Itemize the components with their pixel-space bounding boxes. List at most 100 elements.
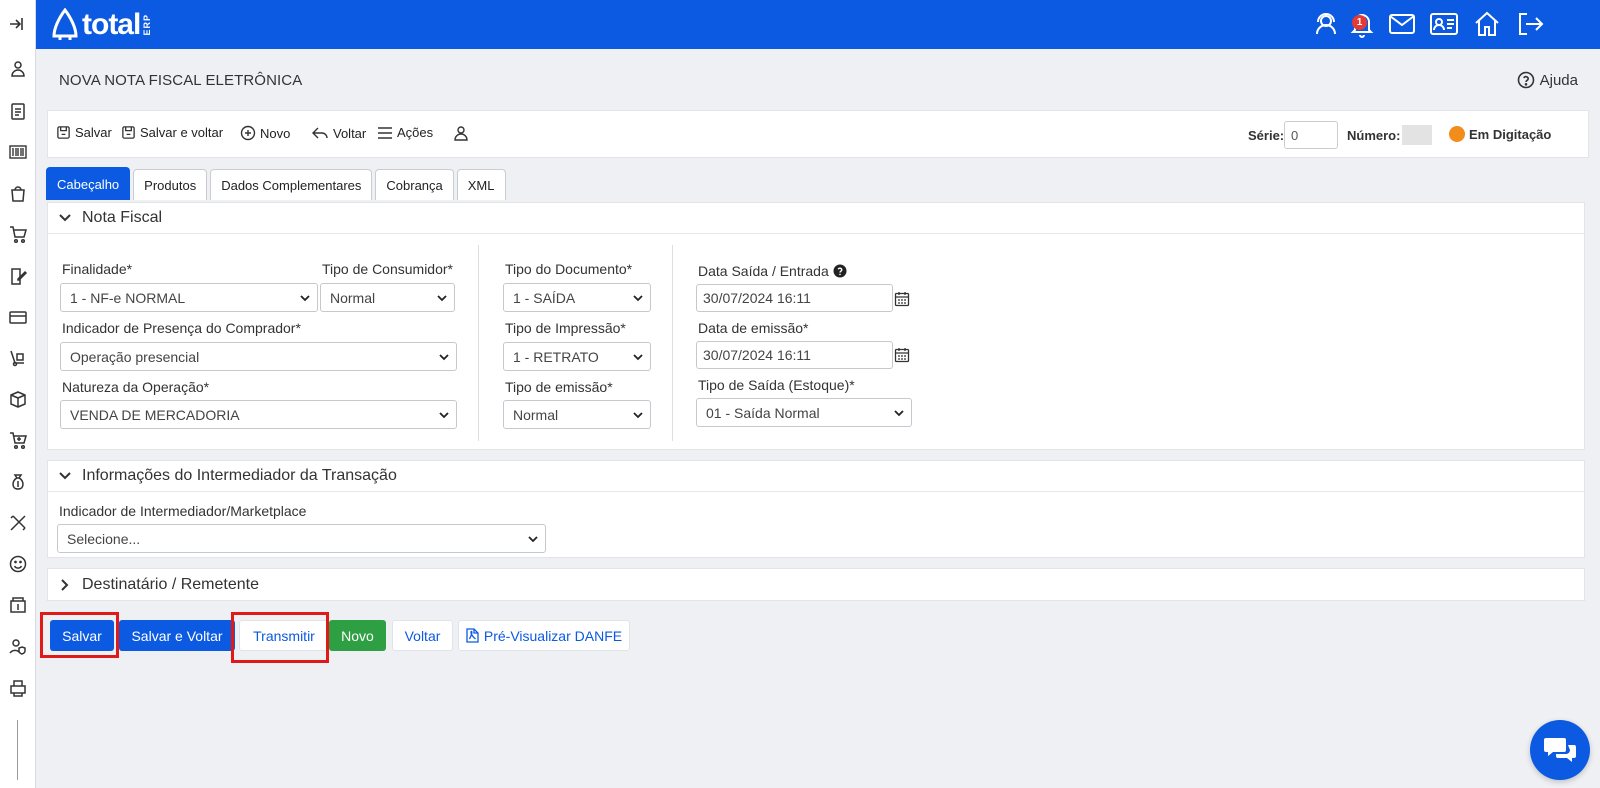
- pin-sidebar-icon[interactable]: [7, 13, 29, 35]
- calendar-icon[interactable]: [894, 347, 910, 363]
- chat-button[interactable]: [1530, 720, 1590, 780]
- finalidade-select[interactable]: 1 - NF-e NORMAL: [60, 283, 318, 312]
- serie-label: Série:: [1248, 128, 1285, 143]
- help-link[interactable]: Ajuda: [1517, 71, 1578, 89]
- preview-danfe-label: Pré-Visualizar DANFE: [483, 627, 623, 644]
- mail-icon[interactable]: [1386, 9, 1418, 39]
- top-bar: total ERP 1: [36, 0, 1600, 49]
- left-sidebar: [0, 0, 36, 788]
- barcode-icon[interactable]: [7, 141, 29, 163]
- logo-text: total: [82, 8, 141, 41]
- indicador-intermediador-label: Indicador de Intermediador/Marketplace: [59, 503, 307, 519]
- tab-xml[interactable]: XML: [456, 169, 506, 200]
- box-icon[interactable]: [7, 388, 29, 410]
- back-button[interactable]: Voltar: [392, 620, 453, 651]
- column-divider: [478, 245, 479, 441]
- tipo-documento-select[interactable]: 1 - SAÍDA: [503, 283, 651, 312]
- highlight-save-button: [40, 612, 119, 658]
- numero-label: Número:: [1347, 128, 1401, 143]
- chevron-down-icon: [633, 412, 643, 419]
- natureza-select[interactable]: VENDA DE MERCADORIA: [60, 400, 457, 429]
- presenca-select[interactable]: Operação presencial: [60, 342, 457, 371]
- contact-card-icon[interactable]: [1428, 9, 1460, 39]
- preview-danfe-button[interactable]: Pré-Visualizar DANFE: [458, 620, 630, 651]
- toolbar-save-button[interactable]: Salvar: [56, 125, 112, 140]
- chevron-down-icon: [437, 295, 447, 302]
- tab-produtos[interactable]: Produtos: [133, 169, 208, 200]
- money-bag-icon[interactable]: [7, 471, 29, 493]
- logo[interactable]: total ERP: [50, 6, 152, 44]
- toolbar-user-button[interactable]: [453, 125, 469, 141]
- help-circle-icon: [1517, 71, 1534, 89]
- tipo-saida-label: Tipo de Saída (Estoque)*: [698, 377, 855, 393]
- chevron-down-icon: [59, 214, 71, 222]
- logo-suffix: ERP: [142, 14, 153, 36]
- toolbar-new-button[interactable]: Novo: [240, 125, 290, 141]
- question-circle-icon[interactable]: [833, 264, 847, 278]
- status-dot: [1449, 126, 1465, 142]
- indicador-intermediador-select[interactable]: Selecione...: [57, 524, 546, 553]
- tipo-emissao-value: Normal: [513, 406, 559, 423]
- tipo-documento-label: Tipo do Documento*: [505, 261, 633, 277]
- tools-icon[interactable]: [7, 512, 29, 534]
- chevron-down-icon: [300, 295, 310, 302]
- printer-icon[interactable]: [7, 677, 29, 699]
- presenca-value: Operação presencial: [70, 348, 200, 365]
- chevron-down-icon: [633, 295, 643, 302]
- logo-mark-icon: [52, 8, 78, 40]
- tab-cobranca[interactable]: Cobrança: [375, 169, 454, 200]
- notifications-bell-icon[interactable]: 1: [1346, 9, 1378, 39]
- home-icon[interactable]: [1471, 9, 1503, 39]
- data-emissao-input[interactable]: 30/07/2024 16:11: [696, 341, 893, 369]
- toolbar-save-back-button[interactable]: Salvar e voltar: [121, 125, 223, 140]
- tipo-saida-select[interactable]: 01 - Saída Normal: [696, 398, 912, 427]
- data-emissao-label: Data de emissão*: [698, 320, 809, 336]
- hand-truck-icon[interactable]: [7, 347, 29, 369]
- user-shield-icon[interactable]: [7, 636, 29, 658]
- nota-fiscal-header[interactable]: Nota Fiscal: [48, 203, 1584, 234]
- plus-circle-icon: [240, 125, 256, 141]
- tipo-emissao-select[interactable]: Normal: [503, 400, 651, 429]
- data-saida-input[interactable]: 30/07/2024 16:11: [696, 284, 893, 312]
- finalidade-value: 1 - NF-e NORMAL: [70, 289, 186, 306]
- shopping-bag-icon[interactable]: [7, 182, 29, 204]
- toolbar-actions-label: Ações: [397, 125, 434, 140]
- notification-count-badge: 1: [1352, 15, 1367, 30]
- edit-document-icon[interactable]: [7, 265, 29, 287]
- cart-icon[interactable]: [7, 429, 29, 451]
- destinatario-header[interactable]: Destinatário / Remetente: [48, 569, 1584, 600]
- tipo-consumidor-label: Tipo de Consumidor*: [322, 261, 453, 277]
- main-content: NOVA NOTA FISCAL ELETRÔNICA Ajuda Salvar…: [36, 49, 1600, 788]
- cash-register-icon[interactable]: [7, 594, 29, 616]
- support-agent-icon[interactable]: [1310, 9, 1342, 39]
- chevron-down-icon: [633, 354, 643, 361]
- toolbar: Salvar Salvar e voltar Novo Voltar Ações…: [47, 110, 1589, 158]
- chevron-down-icon: [528, 536, 538, 543]
- serie-input[interactable]: [1284, 121, 1338, 149]
- toolbar-actions-menu[interactable]: Ações: [377, 125, 433, 140]
- indicador-intermediador-value: Selecione...: [67, 530, 141, 547]
- new-button[interactable]: Novo: [329, 620, 386, 651]
- natureza-label: Natureza da Operação*: [62, 379, 210, 395]
- logout-icon[interactable]: [1514, 9, 1546, 39]
- intermediador-header[interactable]: Informações do Intermediador da Transaçã…: [48, 461, 1584, 492]
- tipo-impressao-select[interactable]: 1 - RETRATO: [503, 342, 651, 371]
- credit-card-icon[interactable]: [7, 306, 29, 328]
- tab-dados-complementares[interactable]: Dados Complementares: [210, 169, 373, 200]
- tipo-documento-value: 1 - SAÍDA: [513, 289, 576, 306]
- chat-bubbles-icon: [1544, 738, 1576, 762]
- tab-cabecalho[interactable]: Cabeçalho: [46, 167, 131, 200]
- status-label: Em Digitação: [1469, 126, 1552, 142]
- calendar-icon[interactable]: [894, 291, 910, 307]
- checklist-icon[interactable]: [7, 100, 29, 122]
- help-label: Ajuda: [1539, 71, 1578, 89]
- smiley-icon[interactable]: [7, 553, 29, 575]
- hamburger-menu-icon: [378, 126, 392, 139]
- people-icon[interactable]: [7, 58, 29, 80]
- tipo-consumidor-select[interactable]: Normal: [320, 283, 455, 312]
- column-divider: [672, 245, 673, 441]
- cart-add-icon[interactable]: [7, 223, 29, 245]
- toolbar-back-button[interactable]: Voltar: [311, 125, 366, 141]
- tipo-saida-value: 01 - Saída Normal: [706, 404, 820, 421]
- save-and-back-button[interactable]: Salvar e Voltar: [119, 620, 235, 651]
